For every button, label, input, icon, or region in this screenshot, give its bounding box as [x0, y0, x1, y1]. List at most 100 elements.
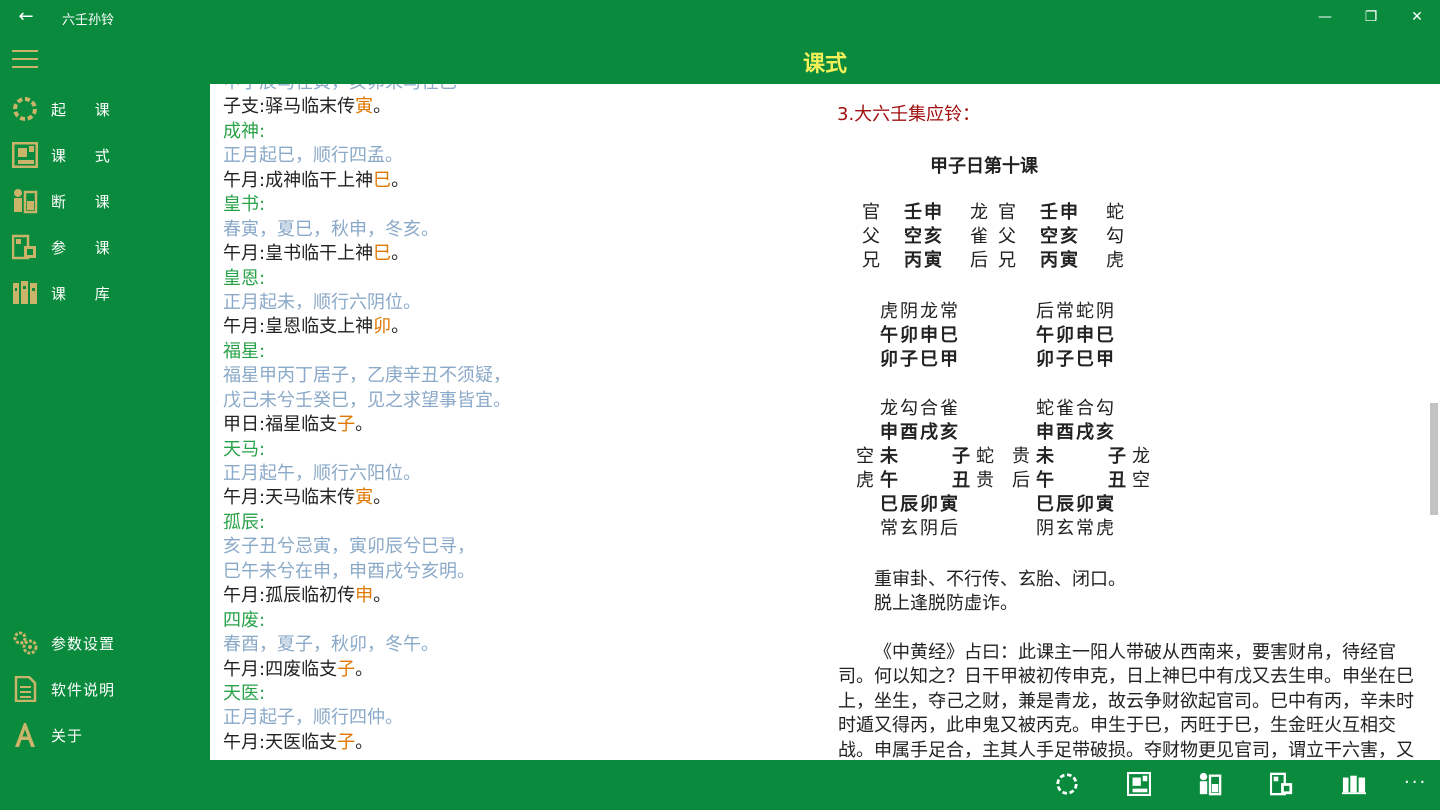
- chuan-relation: 兄: [862, 250, 880, 271]
- ring-icon: [13, 97, 37, 121]
- layout-icon[interactable]: [1127, 772, 1151, 796]
- pan-right-bottom-gods: 阴玄常虎: [1036, 518, 1116, 539]
- line-end: 。: [391, 316, 410, 338]
- shensha-heading: 福星:: [223, 340, 511, 364]
- sidebar-item-duanke[interactable]: 断 课: [0, 180, 210, 220]
- line-text: 皇书:: [223, 194, 266, 216]
- more-options-button[interactable]: ···: [1404, 772, 1427, 793]
- shensha-result: 午月:孤辰临初传申。: [223, 584, 511, 608]
- line-end: 。: [355, 658, 374, 680]
- shensha-heading: 皇书:: [223, 193, 511, 217]
- close-button[interactable]: ✕: [1394, 0, 1440, 34]
- ke-right-gods: 后常蛇阴: [1036, 301, 1116, 322]
- shensha-verse: 正月起午，顺行六阳位。: [223, 462, 511, 486]
- sidebar-item-manual[interactable]: 软件说明: [0, 668, 210, 708]
- reference-icon: [12, 234, 36, 260]
- sidebar-item-label: 课 库: [51, 285, 122, 303]
- line-text: 福星:: [223, 340, 266, 362]
- restore-button[interactable]: ❐: [1348, 0, 1394, 34]
- reference-icon[interactable]: [1270, 772, 1294, 796]
- figure-icon[interactable]: [1198, 772, 1222, 796]
- shensha-result: 午月:天医临支子。: [223, 731, 511, 755]
- ke-left-gods: 虎阴龙常: [880, 301, 960, 322]
- sidebar-item-qike[interactable]: 起 课: [0, 88, 210, 128]
- line-end: 。: [391, 169, 410, 191]
- minimize-button[interactable]: —: [1302, 0, 1348, 34]
- chuan-relation: 父: [998, 226, 1016, 247]
- line-end: 。: [355, 731, 374, 753]
- line-text: 亥子丑兮忌寅，寅卯辰兮巳寻，: [223, 536, 475, 558]
- pan-right-row2-outer-r: 空: [1132, 470, 1150, 491]
- pan-right-bottom: 巳辰卯寅: [1036, 494, 1116, 515]
- line-text: 甲子辰马在寅，亥卯未马在巳: [223, 84, 457, 93]
- shensha-heading: 天医:: [223, 682, 511, 706]
- sidebar-item-label: 关于: [51, 727, 84, 745]
- pan-left-row2-l: 午: [880, 470, 898, 491]
- pan-left-bottom-gods: 常玄阴后: [880, 518, 960, 539]
- sidebar-item-keku[interactable]: 课 库: [0, 272, 210, 312]
- shensha-heading: 皇恩:: [223, 267, 511, 291]
- shensha-verse: 亥子丑兮忌寅，寅卯辰兮巳寻，: [223, 535, 511, 559]
- ring-icon[interactable]: [1055, 772, 1079, 796]
- chuan-ganzhi: 空亥: [904, 226, 944, 247]
- shensha-verse: 春寅，夏巳，秋申，冬亥。: [223, 218, 511, 242]
- sidebar-item-label: 课 式: [51, 147, 122, 165]
- sidebar-item-settings[interactable]: 参数设置: [0, 622, 210, 662]
- shensha-list-pane[interactable]: 甲子辰马在寅，亥卯未马在巳子支:驿马临末传寅。成神:正月起巳，顺行四孟。午月:成…: [210, 84, 828, 760]
- highlight-branch: 申: [355, 585, 374, 607]
- line-text: 午月:皇书临干上神: [223, 243, 374, 265]
- pan-left-row2-outer-r: 贵: [976, 470, 994, 491]
- pan-left-row1-r: 子: [952, 446, 970, 467]
- back-button[interactable]: ←: [14, 6, 38, 28]
- shensha-result: 午月:皇书临干上神巳。: [223, 242, 511, 266]
- line-end: 。: [373, 487, 392, 509]
- lesson-title: 甲子日第十课: [930, 156, 1038, 177]
- line-text: 午月:天马临末传: [223, 487, 356, 509]
- line-text: 春酉，夏子，秋卯，冬午。: [223, 634, 439, 656]
- line-text: 孤辰:: [223, 511, 266, 533]
- sidebar-item-canke[interactable]: 参 课: [0, 226, 210, 266]
- shensha-result: 午月:成神临干上神巳。: [223, 169, 511, 193]
- letter-a-icon: [15, 723, 35, 747]
- chuan-ganzhi: 丙寅: [904, 250, 944, 271]
- shensha-verse: 正月起巳，顺行四孟。: [223, 144, 511, 168]
- shensha-verse: 甲子辰马在寅，亥卯未马在巳: [223, 84, 511, 95]
- pan-left-row2-outer-l: 虎: [856, 470, 874, 491]
- chuan-relation: 官: [998, 202, 1016, 223]
- highlight-branch: 子: [337, 731, 356, 753]
- sidebar-item-label: 起 课: [51, 101, 122, 119]
- scrollbar-thumb[interactable]: [1430, 403, 1438, 515]
- line-text: 春寅，夏巳，秋申，冬亥。: [223, 218, 439, 240]
- line-text: 皇恩:: [223, 267, 266, 289]
- ke-left-lower: 卯子巳甲: [880, 349, 960, 370]
- line-text: 正月起巳，顺行四孟。: [223, 145, 403, 167]
- highlight-branch: 巳: [373, 243, 392, 265]
- books-icon[interactable]: [1342, 772, 1366, 796]
- chuan-ganzhi: 空亥: [1040, 226, 1080, 247]
- line-text: 正月起未，顺行六阴位。: [223, 291, 421, 313]
- lesson-pane[interactable]: 3.大六壬集应铃： 甲子日第十课 官壬申龙父空亥雀兄丙寅后 官壬申蛇父空亥勾兄丙…: [828, 84, 1428, 760]
- line-text: 福星甲丙丁居子，乙庚辛丑不须疑，: [223, 365, 511, 387]
- line-text: 子支:驿马临末传: [223, 96, 356, 118]
- line-text: 四废:: [223, 609, 266, 631]
- page-header: 课式: [0, 34, 1440, 84]
- line-text: 甲日:福星临支: [223, 414, 338, 436]
- chuan-god: 后: [970, 250, 988, 271]
- title-bar: ← 六壬孙铃 — ❐ ✕: [0, 0, 1440, 34]
- line-text: 午月:成神临干上神: [223, 169, 374, 191]
- shensha-result: 午月:天马临末传寅。: [223, 486, 511, 510]
- line-text: 成神:: [223, 120, 266, 142]
- sidebar-item-label: 参数设置: [51, 635, 116, 653]
- section-title: 3.大六壬集应铃：: [837, 104, 981, 125]
- chuan-ganzhi: 壬申: [1040, 202, 1080, 223]
- figure-icon: [14, 189, 38, 214]
- page-title: 课式: [802, 52, 847, 77]
- pan-right-row2-outer-l: 后: [1012, 470, 1030, 491]
- sidebar-item-about[interactable]: 关于: [0, 714, 210, 754]
- shensha-heading: 孤辰:: [223, 511, 511, 535]
- chuan-god: 勾: [1106, 226, 1124, 247]
- chuan-relation: 官: [862, 202, 880, 223]
- pan-right-row1-outer-r: 龙: [1132, 446, 1150, 467]
- sidebar-item-keshi[interactable]: 课 式: [0, 134, 210, 174]
- pan-right-row2-l: 午: [1036, 470, 1054, 491]
